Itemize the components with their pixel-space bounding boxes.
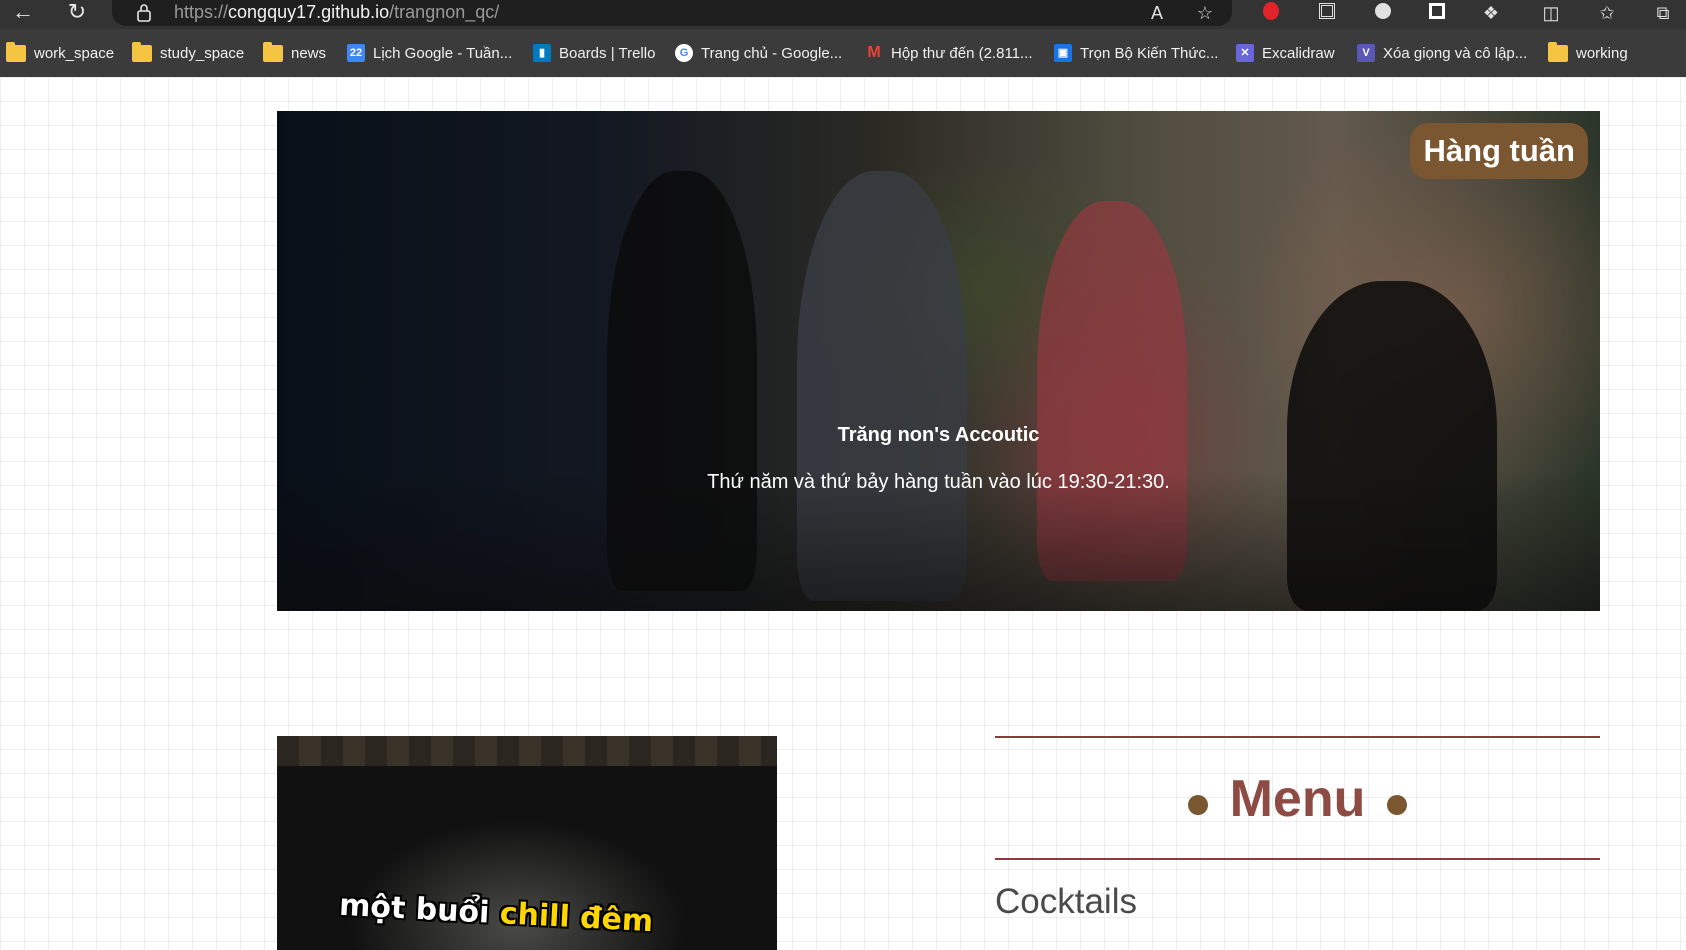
bookmark-study-space[interactable]: study_space (132, 40, 244, 66)
menu-category-cocktails: Cocktails (995, 882, 1137, 921)
bookmark-label: work_space (34, 44, 115, 62)
extension-circle-icon[interactable] (1372, 2, 1394, 24)
video-caption-highlight: chill đêm (498, 896, 655, 940)
hero-title: Trăng non's Accoutic (837, 424, 1040, 446)
folder-icon (6, 41, 26, 62)
bookmark-label: Hộp thư đến (2.811... (891, 44, 1033, 62)
bookmark-trello[interactable]: ▮ Boards | Trello (533, 40, 655, 66)
menu-bottom-rule (995, 858, 1600, 860)
promo-video[interactable]: một buổi chill đêm (277, 736, 777, 950)
bookmark-vocal-remover[interactable]: V Xóa giọng và cô lập... (1357, 40, 1527, 66)
video-caption: một buổi chill đêm (338, 888, 654, 939)
bookmark-label: Lịch Google - Tuần... (373, 44, 513, 62)
bookmark-label: Xóa giọng và cô lập... (1383, 44, 1528, 62)
bookmark-label: Trang chủ - Google... (701, 44, 843, 62)
menu-top-rule (995, 736, 1600, 738)
menu-title: Menu (1229, 770, 1366, 828)
bullet-dot-icon (1387, 795, 1408, 815)
bookmark-gmail[interactable]: M Hộp thư đến (2.811... (865, 40, 1033, 66)
gmail-icon: M (867, 44, 881, 61)
bookmark-google[interactable]: G Trang chủ - Google... (675, 40, 842, 66)
extension-red-icon[interactable] (1260, 2, 1282, 24)
collections-icon[interactable]: ⧉ (1652, 2, 1674, 24)
bookmark-label: Excalidraw (1262, 44, 1335, 62)
video-canopy (277, 736, 777, 766)
hero-schedule: Thứ năm và thứ bảy hàng tuần vào lúc 19:… (707, 471, 1170, 493)
excalidraw-icon: ✕ (1236, 44, 1254, 62)
bookmark-label: news (291, 44, 327, 62)
folder-icon (263, 41, 283, 62)
google-calendar-icon: 22 (347, 44, 365, 62)
web-page: Hàng tuần Trăng non's Accoutic Thứ năm v… (0, 77, 1686, 950)
hero-banner: Hàng tuần Trăng non's Accoutic Thứ năm v… (277, 111, 1600, 611)
menu-heading: Menu (995, 769, 1600, 829)
extensions-puzzle-icon[interactable]: ❖ (1480, 2, 1502, 24)
weekly-badge: Hàng tuần (1410, 123, 1588, 179)
bookmark-excalidraw[interactable]: ✕ Excalidraw (1236, 40, 1335, 66)
url-path: /trangnon_qc/ (389, 2, 500, 22)
favorites-icon[interactable]: ✩ (1596, 2, 1618, 24)
bookmark-working[interactable]: working (1548, 40, 1628, 66)
bookmark-news[interactable]: news (263, 40, 326, 66)
bookmark-label: Trọn Bộ Kiến Thức... (1080, 44, 1219, 62)
favorite-star-icon[interactable]: ☆ (1194, 2, 1216, 24)
url-text[interactable]: https://congquy17.github.io/trangnon_qc/ (174, 2, 499, 23)
read-aloud-icon[interactable]: A (1146, 2, 1168, 24)
url-scheme: https:// (174, 2, 229, 22)
address-bar[interactable]: https://congquy17.github.io/trangnon_qc/… (112, 0, 1232, 26)
bookmark-label: Boards | Trello (559, 44, 656, 62)
bookmarks-bar: work_space study_space news 22 Lịch Goog… (0, 29, 1686, 77)
split-screen-icon[interactable]: ◫ (1540, 2, 1562, 24)
folder-icon (132, 41, 152, 62)
bookmark-google-calendar[interactable]: 22 Lịch Google - Tuần... (347, 40, 512, 66)
bullet-dot-icon (1187, 795, 1208, 815)
v-icon: V (1357, 44, 1375, 62)
trello-icon: ▮ (533, 44, 551, 62)
lock-icon (137, 4, 151, 22)
url-host: congquy17.github.io (228, 2, 390, 22)
extension-square-icon[interactable] (1426, 2, 1448, 24)
bookmark-label: working (1576, 44, 1628, 62)
browser-toolbar: ← ↻ https://congquy17.github.io/trangnon… (0, 0, 1686, 29)
bookmark-label: study_space (160, 44, 245, 62)
refresh-icon[interactable]: ↻ (62, 0, 92, 26)
video-caption-text: một buổi (338, 887, 501, 932)
qr-code-icon[interactable] (1316, 2, 1338, 24)
site-icon: ▣ (1054, 44, 1072, 62)
folder-icon (1548, 41, 1568, 62)
back-icon[interactable]: ← (8, 0, 38, 26)
google-icon: G (675, 44, 693, 62)
bookmark-kien-thuc[interactable]: ▣ Trọn Bộ Kiến Thức... (1054, 40, 1218, 66)
bookmark-work-space[interactable]: work_space (6, 40, 114, 66)
